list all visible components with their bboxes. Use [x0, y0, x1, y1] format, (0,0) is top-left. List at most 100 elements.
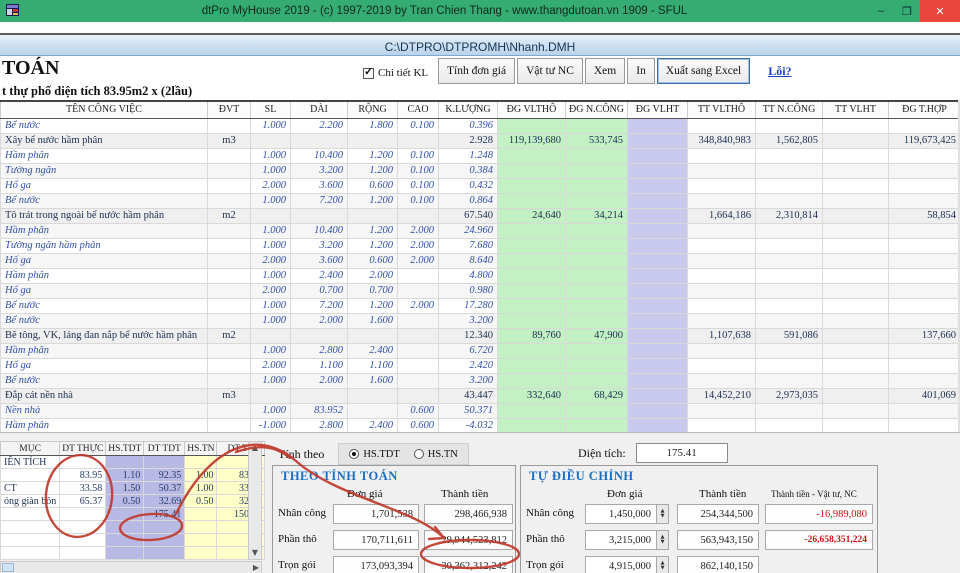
column-header[interactable]: ĐG VLHT — [628, 101, 688, 118]
table-row[interactable]: Nền nhà1.00083.9520.60050.371 — [1, 403, 960, 418]
restore-button[interactable]: ❐ — [894, 0, 920, 22]
scroll-down-icon[interactable]: ▼ — [250, 547, 260, 559]
table-row[interactable]: Hầm phân1.0002.4002.0004.800 — [1, 268, 960, 283]
table-cell — [208, 178, 251, 193]
table-row[interactable]: Bể nước1.0002.2001.8000.1000.396 — [1, 118, 960, 133]
area-table-row[interactable]: 83.951.1092.351.0083.95 — [1, 469, 265, 482]
column-header[interactable]: ĐVT — [208, 101, 251, 118]
table-cell: 7.200 — [291, 298, 348, 313]
xuat-sang-excel-button[interactable]: Xuất sang Excel — [657, 58, 750, 84]
loi-link[interactable]: Lỗi? — [768, 64, 791, 79]
table-row[interactable]: Bể nước1.0007.2001.2002.00017.280 — [1, 298, 960, 313]
table-row[interactable]: Tô trát trong ngoài bể nước hầm phânm267… — [1, 208, 960, 223]
table-cell: 1,107,638 — [688, 328, 756, 343]
phan-tho-thanh-tien: 563,943,150 — [677, 530, 759, 550]
column-header[interactable]: CAO — [398, 101, 439, 118]
table-cell: 1,562,805 — [756, 133, 823, 148]
area-table-cell — [60, 521, 106, 534]
table-row[interactable]: Tường ngăn hầm phân1.0003.2001.2002.0007… — [1, 238, 960, 253]
area-column-header[interactable]: DT THỰC — [60, 442, 106, 456]
area-table-row[interactable] — [1, 547, 265, 560]
column-header[interactable]: K.LƯỢNG — [439, 101, 498, 118]
radio-unselected-icon[interactable] — [414, 449, 424, 459]
table-row[interactable]: Hố ga2.0003.6000.6002.0008.640 — [1, 253, 960, 268]
area-table-row[interactable] — [1, 534, 265, 547]
area-column-header[interactable]: DT TDT — [144, 442, 185, 456]
area-table-cell — [144, 534, 185, 547]
table-cell: 0.384 — [439, 163, 498, 178]
xem-button[interactable]: Xem — [585, 58, 625, 84]
hscroll-thumb[interactable] — [2, 563, 14, 572]
table-cell — [889, 268, 960, 283]
minimize-button[interactable]: – — [868, 0, 894, 22]
tron-goi-spinner[interactable]: ▲▼ — [657, 556, 669, 573]
table-row[interactable]: Bể nước1.0002.0001.6003.200 — [1, 373, 960, 388]
table-cell — [756, 268, 823, 283]
table-cell — [628, 238, 688, 253]
table-cell — [823, 358, 889, 373]
radio-hs-tn[interactable]: HS.TN — [414, 449, 458, 460]
column-header[interactable]: ĐG VLTHÔ — [498, 101, 566, 118]
phan-tho-spinner[interactable]: ▲▼ — [657, 530, 669, 550]
area-table-row[interactable]: 175.41150.22 — [1, 508, 265, 521]
area-table-row[interactable]: CT33.581.5050.371.0033.58 — [1, 482, 265, 495]
radio-selected-icon[interactable] — [349, 449, 359, 459]
column-header[interactable]: TT VLHT — [823, 101, 889, 118]
column-header[interactable]: ĐG T.HỢP — [889, 101, 960, 118]
table-cell — [756, 418, 823, 433]
scroll-up-icon[interactable]: ▲ — [250, 442, 260, 454]
tinh-theo-radiogroup: HS.TDT HS.TN — [338, 443, 469, 465]
scroll-right-icon[interactable]: ▶ — [251, 562, 261, 573]
table-row[interactable]: Hầm phân-1.0002.8002.4000.600-4.032 — [1, 418, 960, 433]
table-row[interactable]: Bê tông, VK, láng đan nắp bể nước hầm ph… — [1, 328, 960, 343]
table-row[interactable]: Xây bể nước hầm phânm32.928119,139,68053… — [1, 133, 960, 148]
table-cell: Xây bể nước hầm phân — [1, 133, 208, 148]
table-cell — [756, 253, 823, 268]
table-cell — [688, 148, 756, 163]
vat-tu-nc-button[interactable]: Vật tư NC — [517, 58, 583, 84]
file-path-bar: C:\DTPRO\DTPROMH\Nhanh.DMH — [0, 38, 960, 56]
table-row[interactable]: Hố ga2.0001.1001.1002.420 — [1, 358, 960, 373]
tron-goi-don-gia-input[interactable]: 4,915,000 — [585, 556, 657, 573]
table-cell — [398, 343, 439, 358]
table-row[interactable]: Đắp cát nền nhàm343.447332,64068,42914,4… — [1, 388, 960, 403]
checkbox-checked-icon[interactable] — [363, 68, 374, 79]
column-header[interactable]: TT N.CÔNG — [756, 101, 823, 118]
in-button[interactable]: In — [627, 58, 655, 84]
table-cell — [291, 133, 348, 148]
chi-tiet-kl-checkbox[interactable]: Chi tiết KL — [363, 60, 428, 86]
nhan-cong-spinner[interactable]: ▲▼ — [657, 504, 669, 524]
table-cell: Hố ga — [1, 358, 208, 373]
table-row[interactable]: Hầm phân1.00010.4001.2002.00024.960 — [1, 223, 960, 238]
area-table-vscrollbar[interactable]: ▲ ▼ — [248, 441, 262, 560]
table-row[interactable]: Tường ngăn1.0003.2001.2000.1000.384 — [1, 163, 960, 178]
table-row[interactable]: Hầm phân1.00010.4001.2000.1001.248 — [1, 148, 960, 163]
table-row[interactable]: Hố ga2.0000.7000.7000.980 — [1, 283, 960, 298]
table-cell: 1.000 — [251, 238, 291, 253]
table-row[interactable]: Bể nước1.0002.0001.6003.200 — [1, 313, 960, 328]
area-table-cell — [1, 469, 60, 482]
area-table-row[interactable]: IÊN TÍCH — [1, 456, 265, 469]
close-button[interactable]: ✕ — [920, 0, 960, 22]
table-row[interactable]: Hầm phân1.0002.8002.4006.720 — [1, 343, 960, 358]
area-column-header[interactable]: HS.TDT — [106, 442, 144, 456]
table-row[interactable]: Hố ga2.0003.6000.6000.1000.432 — [1, 178, 960, 193]
column-header[interactable]: DÀI — [291, 101, 348, 118]
area-table-hscrollbar[interactable]: ▶ — [0, 561, 262, 573]
area-column-header[interactable]: MỤC — [1, 442, 60, 456]
table-row[interactable]: Bể nước1.0007.2001.2000.1000.864 — [1, 193, 960, 208]
column-header[interactable]: SL — [251, 101, 291, 118]
phan-tho-don-gia-input[interactable]: 3,215,000 — [585, 530, 657, 550]
column-header[interactable]: TÊN CÔNG VIỆC — [1, 101, 208, 118]
area-column-header[interactable]: HS.TN — [185, 442, 217, 456]
area-table-row[interactable]: óng giàn bôn65.370.5032.690.5032.69 — [1, 495, 265, 508]
column-header[interactable]: ĐG N.CÔNG — [566, 101, 628, 118]
table-cell: 332,640 — [498, 388, 566, 403]
tinh-don-gia-button[interactable]: Tính đơn giá — [438, 58, 515, 84]
radio-hs-tdt[interactable]: HS.TDT — [349, 449, 399, 460]
table-cell: 1.200 — [348, 163, 398, 178]
column-header[interactable]: TT VLTHÔ — [688, 101, 756, 118]
nhan-cong-don-gia-input[interactable]: 1,450,000 — [585, 504, 657, 524]
column-header[interactable]: RỘNG — [348, 101, 398, 118]
area-table-row[interactable] — [1, 521, 265, 534]
